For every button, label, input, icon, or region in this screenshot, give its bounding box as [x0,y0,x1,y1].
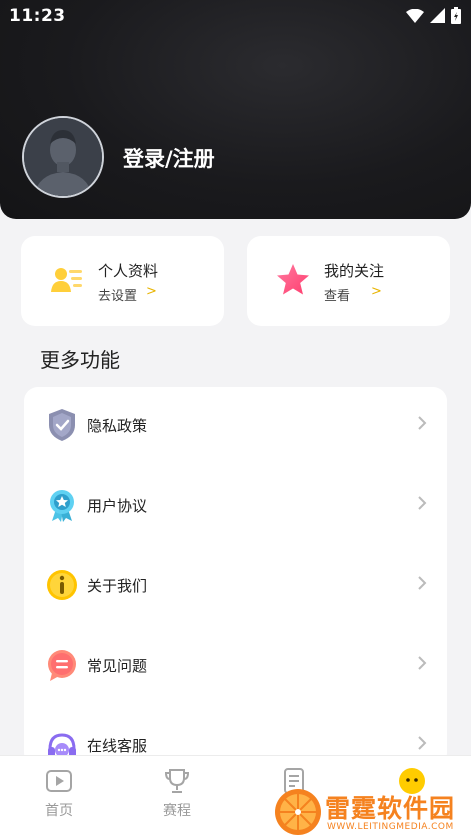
card-title: 个人资料 [98,262,159,280]
chevron-right-icon [418,576,427,590]
chevron-right-icon [418,416,427,430]
shield-icon [49,409,75,441]
my-follows-card[interactable]: 我的关注 查看 > [247,236,450,326]
more-features-menu: 隐私政策 用户协议 关于我们 常见问题 在线客服 [24,387,447,767]
badge-icon [50,490,74,522]
id-card-icon [51,268,82,292]
watermark-url: WWW.LEITINGMEDIA.COM [327,822,454,832]
star-icon [277,264,309,295]
watermark-text: 雷霆软件园 [325,794,456,823]
menu-item-faq[interactable]: 常见问题 [24,637,447,697]
info-icon [47,570,77,600]
signal-icon [430,8,445,23]
profile-header: 11:23 登录/注册 [0,0,471,219]
menu-item-label: 关于我们 [87,577,148,595]
orange-slice-logo-icon [275,789,321,835]
profile-info-card[interactable]: 个人资料 去设置 > [21,236,224,326]
chat-icon [48,650,76,681]
card-subtitle: 去设置 [98,289,138,304]
play-icon [46,770,72,792]
avatar-silhouette-icon [24,118,102,196]
tab-label: 赛程 [163,803,191,819]
chevron-right-icon: > [371,284,382,299]
menu-item-label: 在线客服 [87,737,148,755]
menu-item-label: 隐私政策 [87,417,148,435]
card-subtitle: 查看 [324,289,351,304]
status-time: 11:23 [9,6,66,26]
battery-icon [451,7,461,24]
menu-item-about-us[interactable]: 关于我们 [24,557,447,617]
avatar[interactable] [22,116,104,198]
menu-item-label: 常见问题 [87,657,148,675]
chevron-right-icon: > [146,284,157,299]
chevron-right-icon [418,656,427,670]
chevron-right-icon [418,496,427,510]
menu-item-label: 用户协议 [87,497,148,515]
trophy-icon [164,769,190,793]
card-title: 我的关注 [324,262,385,280]
watermark: 雷霆软件园 WWW.LEITINGMEDIA.COM [271,787,471,839]
chevron-right-icon [418,736,427,750]
tab-home[interactable]: 首页 [19,766,99,826]
login-register-link[interactable]: 登录/注册 [123,143,215,173]
menu-item-user-agreement[interactable]: 用户协议 [24,477,447,537]
menu-item-privacy-policy[interactable]: 隐私政策 [24,397,447,457]
section-title: 更多功能 [40,348,120,372]
status-bar: 11:23 [0,0,471,34]
wifi-icon [406,8,424,23]
status-icons [406,7,461,24]
tab-schedule[interactable]: 赛程 [137,766,217,826]
tab-label: 首页 [45,803,73,819]
